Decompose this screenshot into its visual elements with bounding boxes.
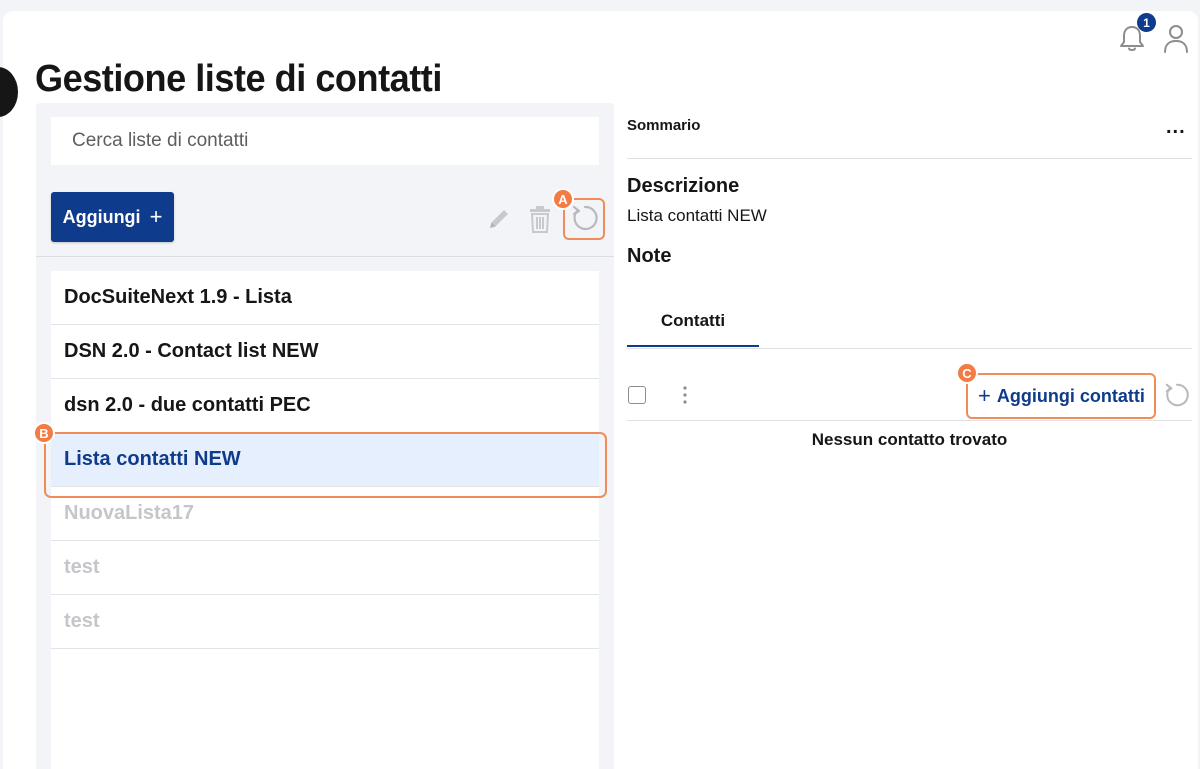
list-item-label: dsn 2.0 - due contatti PEC [64, 394, 311, 416]
notification-badge: 1 [1137, 13, 1156, 32]
kebab-icon[interactable] [683, 385, 687, 405]
trash-icon[interactable] [528, 204, 552, 234]
description-label: Descrizione [627, 175, 740, 197]
list-item[interactable]: test [51, 541, 599, 595]
refresh-icon[interactable] [1163, 381, 1191, 409]
tabs-divider [627, 348, 1192, 349]
user-icon[interactable] [1161, 22, 1191, 54]
contacts-divider [627, 420, 1192, 421]
page-title: Gestione liste di contatti [35, 58, 442, 100]
list-item-label: DocSuiteNext 1.9 - Lista [64, 286, 292, 308]
list-item[interactable]: DSN 2.0 - Contact list NEW [51, 325, 599, 379]
annotation-marker-c: C [956, 362, 978, 384]
notes-label: Note [627, 245, 672, 267]
more-options-button[interactable]: ... [1166, 117, 1186, 137]
annotation-marker-b: B [33, 422, 55, 444]
highlight-b [44, 432, 607, 498]
summary-divider [627, 158, 1192, 159]
list-item[interactable]: dsn 2.0 - due contatti PEC [51, 379, 599, 433]
add-list-label: Aggiungi [62, 206, 141, 227]
contact-list: DocSuiteNext 1.9 - Lista DSN 2.0 - Conta… [51, 271, 599, 769]
list-item[interactable]: test [51, 595, 599, 649]
list-item-label: test [64, 556, 100, 578]
highlight-c [966, 373, 1156, 419]
panel-divider [36, 256, 614, 257]
tab-contatti[interactable]: Contatti [627, 296, 759, 347]
summary-title: Sommario [627, 117, 701, 134]
select-all-checkbox[interactable] [628, 386, 646, 404]
annotation-marker-a: A [552, 188, 574, 210]
pencil-icon[interactable] [485, 205, 513, 233]
add-list-button[interactable]: Aggiungi + [51, 192, 174, 242]
plus-icon: + [149, 204, 163, 229]
list-item-label: test [64, 610, 100, 632]
description-value: Lista contatti NEW [627, 206, 767, 225]
list-item-label: DSN 2.0 - Contact list NEW [64, 340, 319, 362]
list-item-label: NuovaLista17 [64, 502, 195, 524]
list-item[interactable]: DocSuiteNext 1.9 - Lista [51, 271, 599, 325]
search-input[interactable] [51, 117, 599, 165]
empty-state-message: Nessun contatto trovato [811, 430, 1008, 449]
